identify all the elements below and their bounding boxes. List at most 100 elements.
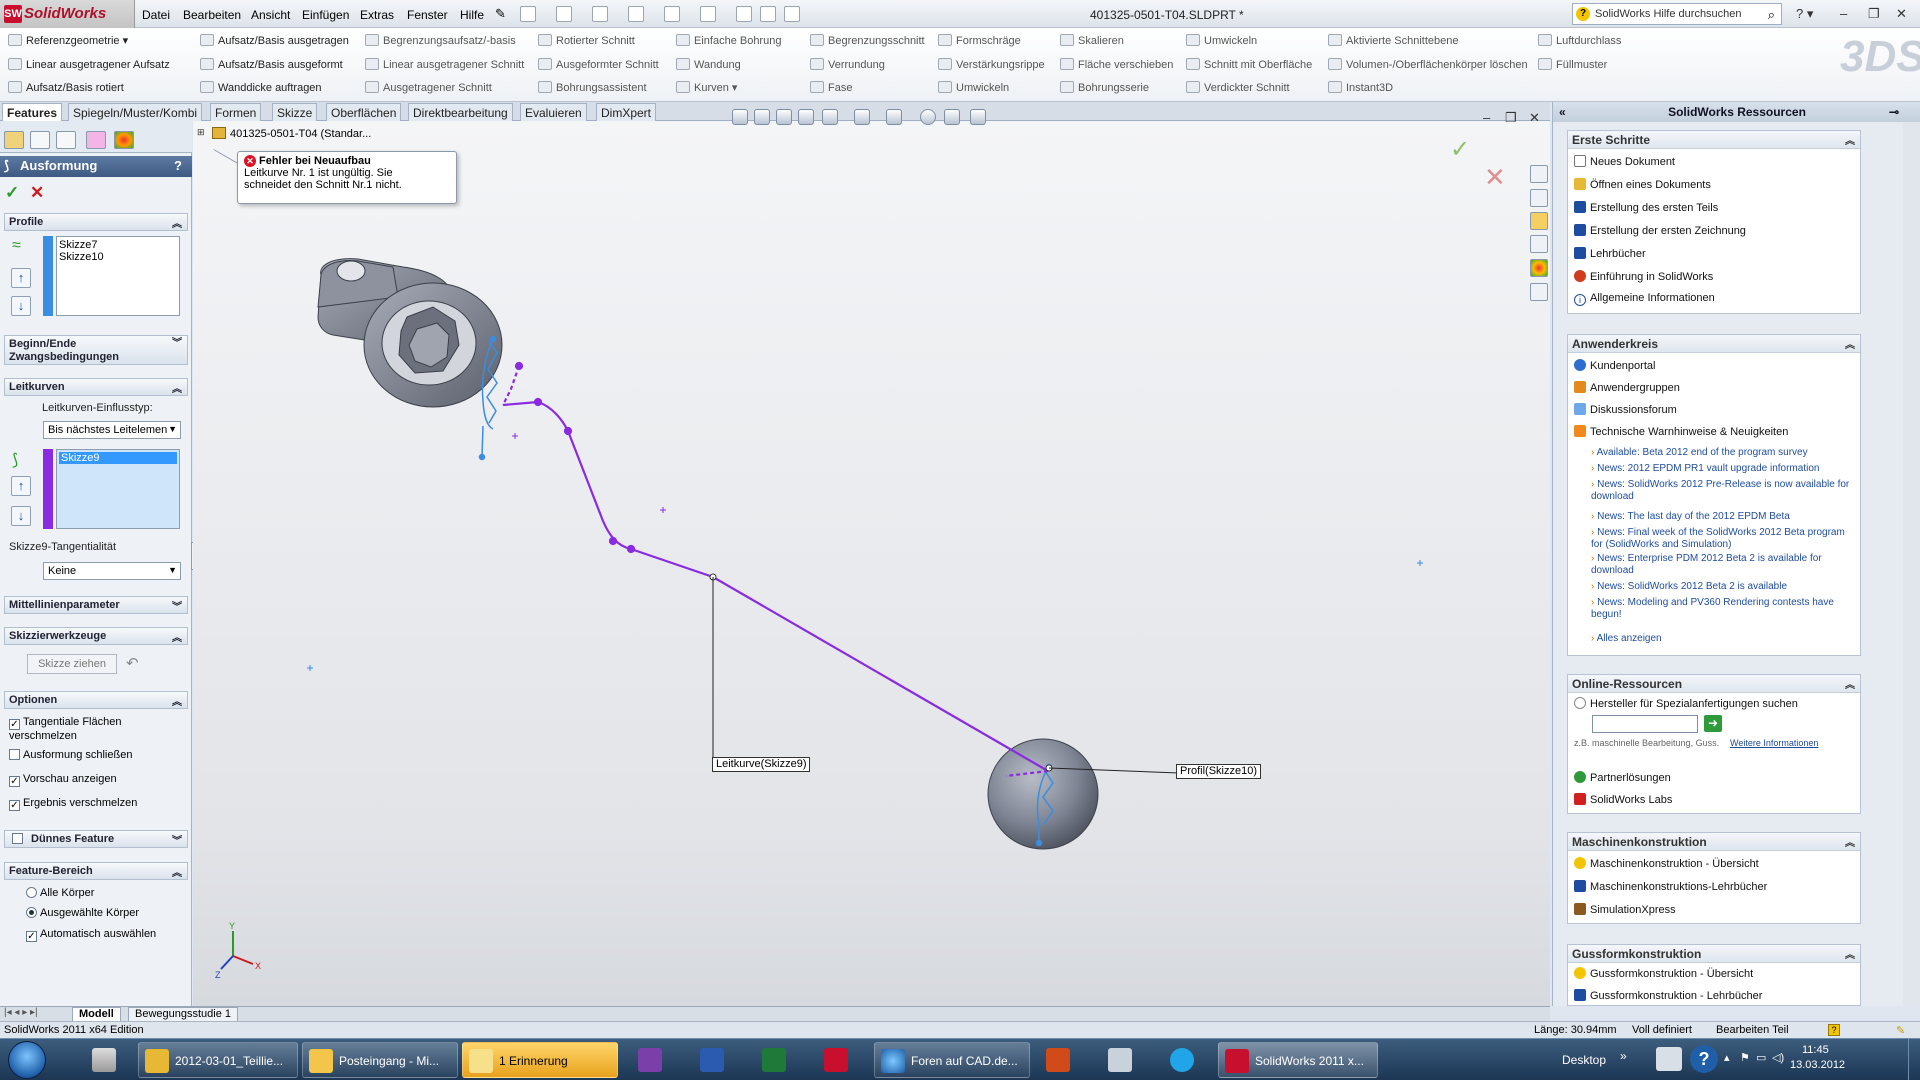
close-loft-checkbox[interactable]: Ausformung schließen: [9, 749, 132, 761]
section-view-icon[interactable]: [798, 109, 814, 125]
zoom-to-area-icon[interactable]: [754, 109, 770, 125]
cancel-button[interactable]: ✕: [30, 183, 44, 203]
ribbon-bohrungsassistent[interactable]: Bohrungsassistent: [538, 81, 647, 94]
undo-icon[interactable]: [664, 6, 680, 22]
drag-sketch-button[interactable]: Skizze ziehen: [27, 654, 117, 674]
edit-appearance-icon[interactable]: [920, 109, 936, 125]
taskbar-calculator[interactable]: [1098, 1042, 1142, 1078]
ribbon-linear-schnitt[interactable]: Linear ausgetragener Schnitt: [365, 58, 524, 71]
ribbon-linear-aufsatz[interactable]: Linear ausgetragener Aufsatz: [8, 58, 170, 71]
profile-list[interactable]: Skizze7 Skizze10: [56, 236, 180, 316]
thin-feature-checkbox[interactable]: [12, 833, 23, 844]
action-center-icon[interactable]: ⚑: [1740, 1051, 1750, 1064]
link-new-document[interactable]: Neues Dokument: [1574, 155, 1675, 168]
minimize-icon[interactable]: –: [1840, 6, 1847, 21]
restore-icon[interactable]: ❐: [1868, 6, 1880, 22]
selected-bodies-radio[interactable]: Ausgewählte Körper: [26, 907, 139, 919]
toolbar-expand-icon[interactable]: »: [1620, 1049, 1627, 1063]
group-start-end-constraints[interactable]: Beginn/Ende Zwangsbedingungen ︾: [4, 335, 188, 365]
profile-move-up-button[interactable]: ↑: [11, 268, 31, 288]
link-machine-tutorials[interactable]: Maschinenkonstruktions-Lehrbücher: [1574, 880, 1767, 893]
taskbar-snipping-tool[interactable]: [82, 1042, 126, 1078]
close-icon[interactable]: ✕: [1896, 6, 1907, 22]
design-library-icon[interactable]: [1530, 189, 1548, 207]
help-dropdown-icon[interactable]: ? ▾: [1796, 6, 1813, 22]
list-item[interactable]: Skizze7: [59, 239, 177, 251]
tab-formen[interactable]: Formen: [210, 103, 262, 121]
ribbon-koerper-loeschen[interactable]: Volumen-/Oberflächenkörper löschen: [1328, 58, 1528, 71]
go-arrow-button[interactable]: ➜: [1704, 715, 1722, 732]
feature-tree-root[interactable]: 401325-0501-T04 (Standar...: [212, 127, 371, 140]
section-header[interactable]: Gussformkonstruktion ︽: [1568, 945, 1860, 963]
undo-sketch-icon[interactable]: ↶: [126, 654, 139, 672]
ribbon-rotierter-schnitt[interactable]: Rotierter Schnitt: [538, 34, 635, 47]
list-item[interactable]: Skizze9: [59, 452, 177, 464]
link-first-drawing[interactable]: Erstellung der ersten Zeichnung: [1574, 224, 1746, 237]
collapse-panel-icon[interactable]: «: [1559, 102, 1566, 122]
feature-manager-icon[interactable]: [4, 131, 24, 149]
link-partner-solutions[interactable]: Partnerlösungen: [1574, 771, 1671, 784]
tab-model[interactable]: Modell: [72, 1007, 121, 1022]
viewport-minimize-icon[interactable]: –: [1483, 110, 1490, 125]
menu-extras[interactable]: Extras: [360, 8, 394, 22]
tab-skizze[interactable]: Skizze: [272, 103, 318, 121]
taskbar-outlook-window[interactable]: Posteingang - Mi...: [302, 1042, 458, 1078]
link-customer-portal[interactable]: Kundenportal: [1574, 359, 1655, 372]
news-link[interactable]: News: SolidWorks 2012 Beta 2 is availabl…: [1591, 581, 1857, 593]
link-simulationxpress[interactable]: SimulationXpress: [1574, 903, 1676, 916]
graphics-area[interactable]: Y X Z Leitkurve(Skizze9) Profil(Skizze10…: [193, 121, 1550, 1006]
news-link[interactable]: News: Modeling and PV360 Rendering conte…: [1591, 597, 1857, 621]
profile-callout[interactable]: Profil(Skizze10): [1176, 764, 1262, 779]
help-button[interactable]: ?: [174, 158, 182, 173]
ribbon-umwickeln-2[interactable]: Umwickeln: [1186, 34, 1257, 47]
section-header[interactable]: Online-Ressourcen ︽: [1568, 675, 1860, 693]
pin-panel-icon[interactable]: ⊸: [1889, 102, 1899, 122]
start-button[interactable]: [8, 1041, 46, 1079]
guide-curve-skizze9[interactable]: [502, 361, 1053, 778]
taskbar-word[interactable]: [690, 1042, 734, 1078]
hide-show-items-icon[interactable]: [886, 109, 902, 125]
ribbon-luftdurchlass[interactable]: Luftdurchlass: [1538, 34, 1621, 47]
menu-fenster[interactable]: Fenster: [407, 8, 448, 22]
ribbon-wanddicke[interactable]: Wanddicke auftragen: [200, 81, 322, 94]
volume-icon[interactable]: ◁): [1772, 1051, 1784, 1064]
manufacturer-search-input[interactable]: [1592, 715, 1698, 733]
guide-list[interactable]: Skizze9: [56, 449, 180, 529]
ribbon-fase[interactable]: Fase: [810, 81, 852, 94]
ribbon-wandung[interactable]: Wandung: [676, 58, 741, 71]
display-manager-icon[interactable]: [114, 131, 134, 149]
section-header[interactable]: Erste Schritte ︽: [1568, 131, 1860, 149]
show-desktop-button[interactable]: [1908, 1039, 1920, 1080]
tab-spiegeln-muster[interactable]: Spiegeln/Muster/Kombi: [68, 103, 203, 121]
display-style-icon[interactable]: [854, 109, 870, 125]
ribbon-bohrungsserie[interactable]: Bohrungsserie: [1060, 81, 1149, 94]
open-icon[interactable]: [556, 6, 572, 22]
show-all-link[interactable]: Alles anzeigen: [1591, 633, 1857, 645]
ribbon-aufsatz-ausgeformt[interactable]: Aufsatz/Basis ausgeformt: [200, 58, 343, 71]
news-link[interactable]: News: 2012 EPDM PR1 vault upgrade inform…: [1591, 463, 1857, 475]
ribbon-verrundung[interactable]: Verrundung: [810, 58, 885, 71]
news-link[interactable]: News: Final week of the SolidWorks 2012 …: [1591, 527, 1857, 551]
group-centerline-parameters[interactable]: Mittellinienparameter ︾: [4, 596, 188, 614]
tab-direktbearbeitung[interactable]: Direktbearbeitung: [408, 103, 513, 121]
link-forum[interactable]: Diskussionsforum: [1574, 403, 1677, 416]
taskbar-powerpoint[interactable]: [1036, 1042, 1080, 1078]
dimxpert-manager-icon[interactable]: [86, 131, 106, 149]
ribbon-aufsatz-ausgetragen[interactable]: Aufsatz/Basis ausgetragen: [200, 34, 349, 47]
merge-tangent-checkbox[interactable]: ✓ Tangentiale Flächen verschmelzen: [9, 716, 159, 742]
file-explorer-icon[interactable]: [1530, 212, 1548, 230]
home-icon[interactable]: [1530, 165, 1548, 183]
tray-pen-icon[interactable]: [1656, 1047, 1682, 1071]
desktop-toolbar[interactable]: Desktop: [1562, 1053, 1606, 1067]
taskbar-solidworks-window[interactable]: SolidWorks 2011 x...: [1218, 1042, 1378, 1078]
property-manager-icon[interactable]: [30, 131, 50, 149]
link-mold-overview[interactable]: Gussformkonstruktion - Übersicht: [1574, 967, 1753, 980]
ribbon-ausgetragener-schnitt[interactable]: Ausgetragener Schnitt: [365, 81, 492, 94]
appearances-icon[interactable]: [1530, 259, 1548, 277]
pin-icon[interactable]: ✎: [495, 6, 506, 22]
ribbon-referenzgeometrie[interactable]: Referenzgeometrie ▾: [8, 34, 128, 47]
all-bodies-radio[interactable]: Alle Körper: [26, 887, 94, 899]
apply-scene-icon[interactable]: [944, 109, 960, 125]
merge-result-checkbox[interactable]: ✓ Ergebnis verschmelzen: [9, 797, 137, 811]
help-icon[interactable]: ?: [1828, 1024, 1840, 1036]
